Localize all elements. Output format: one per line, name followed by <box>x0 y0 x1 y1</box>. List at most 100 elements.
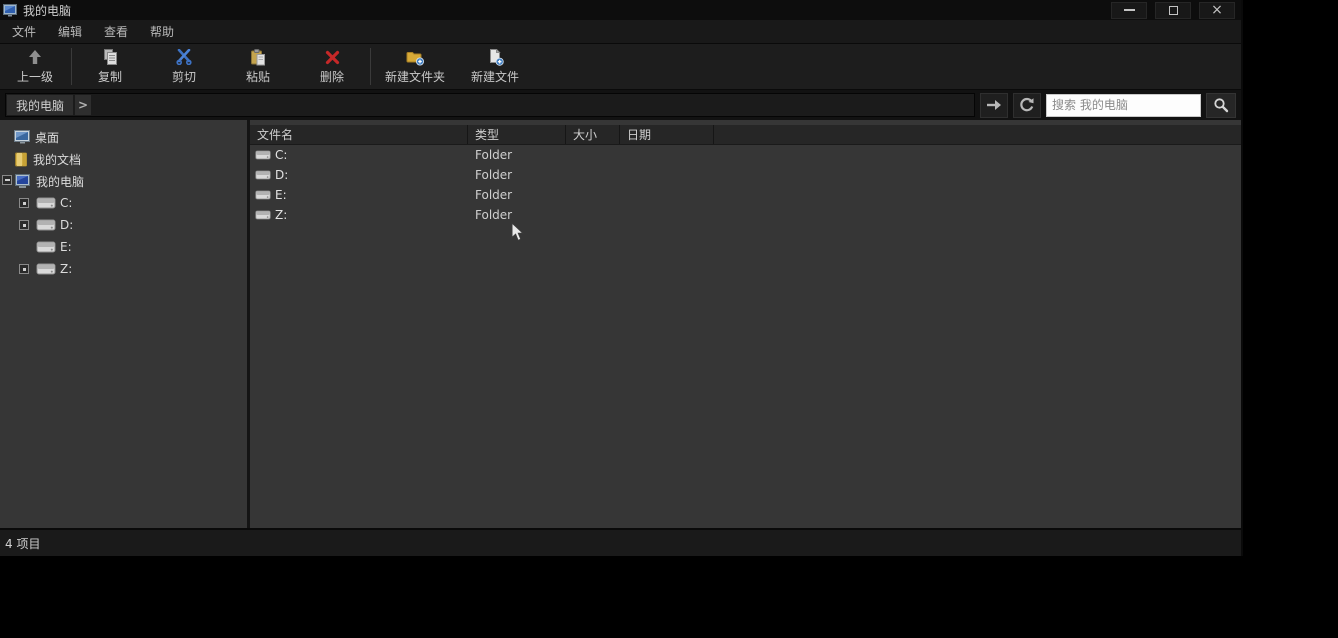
copy-label: 复制 <box>98 68 122 85</box>
breadcrumb-chevron-icon[interactable]: > <box>75 95 91 115</box>
expand-toggle-icon[interactable] <box>19 220 29 230</box>
go-button[interactable] <box>980 93 1008 118</box>
toolbar-separator <box>71 48 72 85</box>
tree-item-drive-e[interactable]: E: <box>0 236 247 258</box>
search-button[interactable] <box>1206 93 1236 118</box>
delete-icon <box>325 48 340 66</box>
paste-label: 粘贴 <box>246 68 270 85</box>
file-row-drive-e[interactable]: E: Folder <box>250 185 1241 205</box>
collapse-toggle-icon[interactable] <box>2 175 12 185</box>
tree-item-label: 我的文档 <box>33 151 81 168</box>
tree-item-label: E: <box>60 240 72 254</box>
expand-toggle-icon[interactable] <box>19 264 29 274</box>
copy-button[interactable]: 复制 <box>73 44 147 89</box>
up-one-level-label: 上一级 <box>17 68 53 85</box>
column-header-spacer <box>714 125 1241 144</box>
menu-bar: 文件 编辑 查看 帮助 <box>0 20 1241 44</box>
computer-icon <box>14 174 32 189</box>
desktop-background: 我的电脑 × 文件 编辑 查看 帮助 <box>0 0 1338 638</box>
tree-item-drive-d[interactable]: D: <box>0 214 247 236</box>
new-file-label: 新建文件 <box>471 68 519 85</box>
tree-item-desktop[interactable]: 桌面 <box>0 126 247 148</box>
address-path-bar[interactable]: 我的电脑 > <box>5 93 975 117</box>
paste-button[interactable]: 粘贴 <box>221 44 295 89</box>
drive-icon <box>36 262 56 276</box>
breadcrumb-my-computer[interactable]: 我的电脑 <box>7 95 73 115</box>
drive-icon <box>36 240 56 254</box>
toolbar: 上一级 复制 <box>0 44 1241 90</box>
file-list-panel: 文件名 类型 大小 日期 C: Folder <box>250 120 1241 528</box>
menu-view[interactable]: 查看 <box>96 20 136 43</box>
copy-icon <box>102 48 118 66</box>
paste-icon <box>250 48 266 66</box>
tree-item-label: 桌面 <box>35 129 59 146</box>
up-one-level-button[interactable]: 上一级 <box>0 44 70 89</box>
menu-edit[interactable]: 编辑 <box>50 20 90 43</box>
new-file-button[interactable]: 新建文件 <box>458 44 532 89</box>
column-header-date[interactable]: 日期 <box>620 125 714 144</box>
file-name: C: <box>275 148 287 162</box>
new-folder-icon <box>406 48 425 66</box>
file-row-drive-z[interactable]: Z: Folder <box>250 205 1241 225</box>
desktop-icon <box>14 130 31 144</box>
delete-button[interactable]: 删除 <box>295 44 369 89</box>
tree-item-my-computer[interactable]: 我的电脑 <box>0 170 247 192</box>
tree-panel: 桌面 我的文档 <box>0 120 247 528</box>
tree-item-my-documents[interactable]: 我的文档 <box>0 148 247 170</box>
my-computer-app-icon <box>3 4 19 17</box>
file-row-drive-c[interactable]: C: Folder <box>250 145 1241 165</box>
status-bar: 4 项目 <box>0 528 1241 556</box>
expand-toggle-icon[interactable] <box>19 198 29 208</box>
window-controls: × <box>1111 2 1235 19</box>
refresh-button[interactable] <box>1013 93 1041 118</box>
menu-help[interactable]: 帮助 <box>142 20 182 43</box>
tree-item-drive-c[interactable]: C: <box>0 192 247 214</box>
magnifier-icon <box>1213 97 1229 113</box>
address-bar: 我的电脑 > <box>0 90 1241 120</box>
file-type: Folder <box>468 148 566 162</box>
cut-icon <box>176 48 193 66</box>
item-count-status: 4 项目 <box>5 535 40 552</box>
drive-icon <box>255 189 271 201</box>
new-file-icon <box>487 48 504 66</box>
drive-icon <box>36 218 56 232</box>
column-header-size[interactable]: 大小 <box>566 125 620 144</box>
maximize-icon <box>1169 6 1178 15</box>
tree-item-drive-z[interactable]: Z: <box>0 258 247 280</box>
column-header-type[interactable]: 类型 <box>468 125 566 144</box>
new-folder-button[interactable]: 新建文件夹 <box>372 44 458 89</box>
file-name: E: <box>275 188 287 202</box>
toolbar-separator <box>370 48 371 85</box>
drive-icon <box>255 169 271 181</box>
title-bar[interactable]: 我的电脑 × <box>0 0 1241 20</box>
search-input[interactable] <box>1046 94 1201 117</box>
close-button[interactable]: × <box>1199 2 1235 19</box>
column-header-filename[interactable]: 文件名 <box>250 125 468 144</box>
minimize-button[interactable] <box>1111 2 1147 19</box>
go-arrow-icon <box>986 99 1002 111</box>
menu-file[interactable]: 文件 <box>4 20 44 43</box>
minimize-icon <box>1124 9 1135 11</box>
tree-item-label: C: <box>60 196 72 210</box>
drive-icon <box>255 149 271 161</box>
file-row-drive-d[interactable]: D: Folder <box>250 165 1241 185</box>
tree-item-label: 我的电脑 <box>36 173 84 190</box>
maximize-button[interactable] <box>1155 2 1191 19</box>
file-name: Z: <box>275 208 287 222</box>
file-type: Folder <box>468 188 566 202</box>
file-list-header: 文件名 类型 大小 日期 <box>250 125 1241 145</box>
up-arrow-icon <box>26 48 44 66</box>
file-type: Folder <box>468 168 566 182</box>
folder-icon <box>14 152 29 167</box>
refresh-icon <box>1019 97 1035 113</box>
file-type: Folder <box>468 208 566 222</box>
drive-icon <box>255 209 271 221</box>
file-manager-window: 我的电脑 × 文件 编辑 查看 帮助 <box>0 0 1243 556</box>
cut-button[interactable]: 剪切 <box>147 44 221 89</box>
drive-icon <box>36 196 56 210</box>
tree-item-label: Z: <box>60 262 72 276</box>
new-folder-label: 新建文件夹 <box>385 68 445 85</box>
close-icon: × <box>1211 5 1223 15</box>
cut-label: 剪切 <box>172 68 196 85</box>
content-area: 桌面 我的文档 <box>0 120 1241 528</box>
